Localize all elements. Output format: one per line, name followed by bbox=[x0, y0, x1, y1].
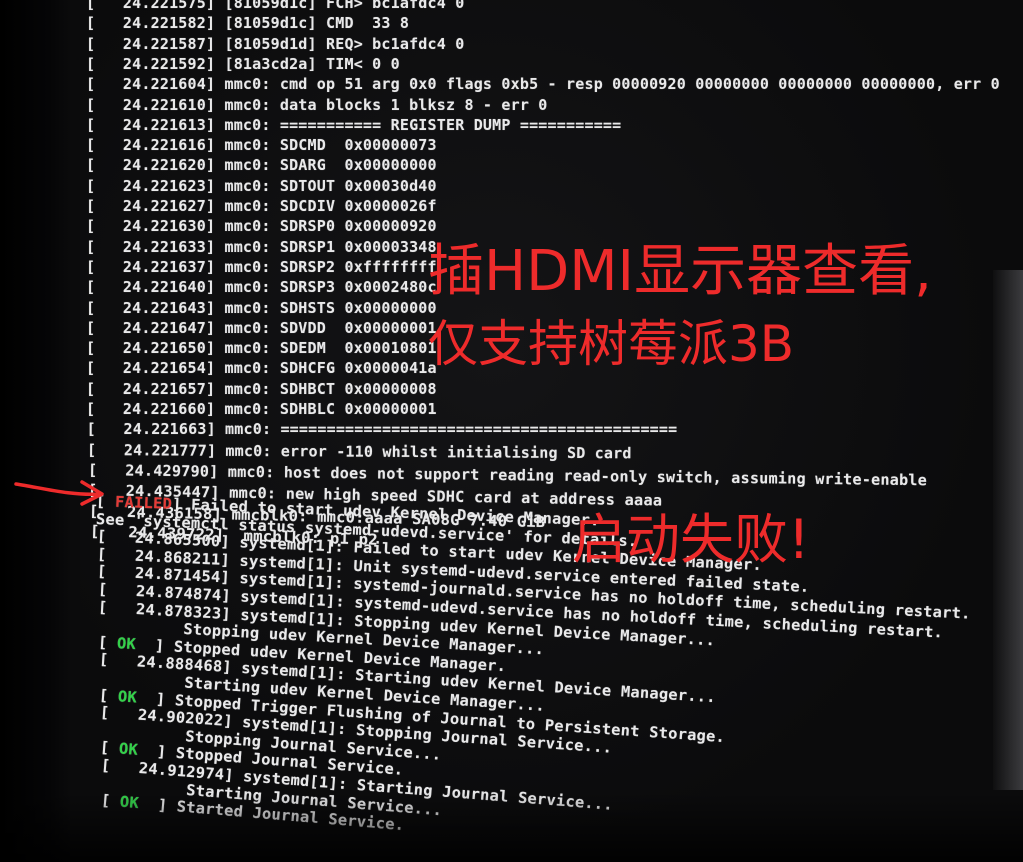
console-line-text: [ 24.221627] mmc0: SDCDIV 0x0000026f bbox=[86, 197, 437, 215]
console-line: [ 24.221620] mmc0: SDARG 0x00000000 bbox=[86, 156, 437, 174]
console-line-text: [ 24.221604] mmc0: cmd op 51 arg 0x0 fla… bbox=[86, 75, 1000, 94]
console-line: [ 24.221582] [81059d1c] CMD 33 8 bbox=[86, 14, 409, 32]
console-line: [ 24.221643] mmc0: SDHSTS 0x00000000 bbox=[86, 299, 437, 317]
console-line-text: [ 24.221616] mmc0: SDCMD 0x00000073 bbox=[86, 136, 437, 155]
console-line-text: [ 24.221650] mmc0: SDEDM 0x00010801 bbox=[86, 339, 437, 358]
console-line: [ 24.221604] mmc0: cmd op 51 arg 0x0 fla… bbox=[86, 75, 1000, 93]
monitor-bezel bbox=[993, 270, 1023, 790]
hdmi-note-line2: 仅支持树莓派3B bbox=[428, 315, 795, 373]
console-line: [ 24.221777] mmc0: error -110 whilst ini… bbox=[87, 441, 632, 462]
console-line-text: [ 24.221610] mmc0: data blocks 1 blksz 8… bbox=[86, 95, 548, 114]
console-line: [ 24.221616] mmc0: SDCMD 0x00000073 bbox=[86, 136, 437, 154]
console-line: [ 24.221587] [81059d1d] REQ> bc1afdc4 0 bbox=[86, 35, 464, 53]
console-line: [ 24.221657] mmc0: SDHBCT 0x00000008 bbox=[86, 380, 437, 398]
console-line: [ 24.221663] mmc0: =====================… bbox=[87, 420, 678, 438]
boot-failed-note: 启动失败! bbox=[572, 508, 810, 571]
console-line-text: [ 24.221643] mmc0: SDHSTS 0x00000000 bbox=[86, 298, 437, 317]
console-line: [ 24.221613] mmc0: =========== REGISTER … bbox=[86, 116, 621, 134]
console-line: [ 24.221640] mmc0: SDRSP3 0x0002480c bbox=[86, 278, 437, 296]
ok-status-tag: OK bbox=[117, 686, 138, 707]
console-line: [ 24.221592] [81a3cd2a] TIM< 0 0 bbox=[86, 55, 400, 73]
console-line-text: [ 24.221575] [81059d1c] FCH> bc1afdc4 0 bbox=[86, 0, 465, 12]
ok-status-tag: OK bbox=[116, 633, 137, 654]
console-line-text: [ 24.221647] mmc0: SDVDD 0x00000001 bbox=[86, 318, 437, 337]
console-line: [ 24.221575] [81059d1c] FCH> bc1afdc4 0 bbox=[86, 0, 464, 12]
console-line: [ 24.221630] mmc0: SDRSP0 0x00000920 bbox=[86, 217, 437, 235]
console-line-text: [ 24.221640] mmc0: SDRSP3 0x0002480c bbox=[86, 278, 437, 297]
console-line-text: [ 24.221657] mmc0: SDHBCT 0x00000008 bbox=[86, 379, 437, 398]
console-line: [ 24.221633] mmc0: SDRSP1 0x00003348 bbox=[86, 238, 437, 256]
console-line-text: [ 24.221633] mmc0: SDRSP1 0x00003348 bbox=[86, 237, 437, 256]
photo-left-edge bbox=[0, 0, 70, 862]
console-line: [ 24.221610] mmc0: data blocks 1 blksz 8… bbox=[86, 96, 548, 114]
console-line-text: [ 24.221592] [81a3cd2a] TIM< 0 0 bbox=[86, 54, 400, 73]
console-line-text: [ 24.221777] mmc0: error -110 whilst ini… bbox=[87, 440, 632, 462]
console-line: [ 24.221627] mmc0: SDCDIV 0x0000026f bbox=[86, 197, 437, 215]
console-line-text: [ 24.221613] mmc0: =========== REGISTER … bbox=[86, 115, 622, 134]
console-line-text: [ 24.221663] mmc0: =====================… bbox=[86, 420, 678, 439]
console-line: [ 24.221660] mmc0: SDHBLC 0x00000001 bbox=[86, 400, 437, 418]
red-arrow-icon bbox=[14, 480, 104, 506]
console-line: [ 24.221654] mmc0: SDHCFG 0x0000041a bbox=[86, 359, 437, 377]
hdmi-note-line1: 插HDMI显示器查看, bbox=[428, 239, 932, 304]
ok-status-tag: OK bbox=[118, 739, 139, 760]
console-line: [ 24.221637] mmc0: SDRSP2 0xffffffff bbox=[86, 258, 437, 276]
console-line-text: [ 24.221630] mmc0: SDRSP0 0x00000920 bbox=[86, 217, 437, 236]
console-line-text: [ 24.221587] [81059d1d] REQ> bc1afdc4 0 bbox=[86, 34, 465, 53]
console-line-text: [ 24.221654] mmc0: SDHCFG 0x0000041a bbox=[86, 359, 437, 378]
console-line-text: [ 24.221637] mmc0: SDRSP2 0xffffffff bbox=[86, 257, 437, 276]
console-line: [ 24.221647] mmc0: SDVDD 0x00000001 bbox=[86, 319, 437, 337]
console-line-text: [ 24.221582] [81059d1c] CMD 33 8 bbox=[86, 14, 410, 33]
console-line-text: [ 24.221623] mmc0: SDTOUT 0x00030d40 bbox=[86, 176, 437, 195]
failed-status-tag: FAILED bbox=[114, 492, 173, 513]
console-line: [ 24.221650] mmc0: SDEDM 0x00010801 bbox=[86, 339, 437, 357]
console-line: [ 24.221623] mmc0: SDTOUT 0x00030d40 bbox=[86, 177, 437, 195]
console-line-text: [ 24.221660] mmc0: SDHBLC 0x00000001 bbox=[86, 400, 437, 418]
console-line-text: [ 24.221620] mmc0: SDARG 0x00000000 bbox=[86, 156, 437, 175]
photo-bottom-shadow bbox=[0, 792, 1023, 862]
